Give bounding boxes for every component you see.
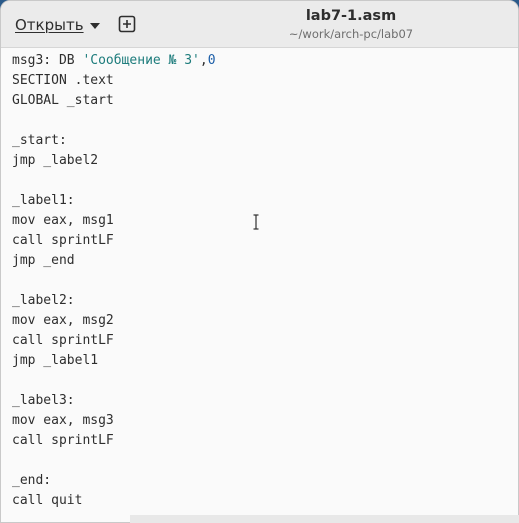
code-token: 0 xyxy=(207,53,216,68)
code-line[interactable]: _end: xyxy=(12,471,216,491)
code-line[interactable]: mov eax, msg1 xyxy=(12,211,216,231)
code-text[interactable]: msg3: DB 'Сообщение № 3',0 SECTION .text G… xyxy=(12,51,216,511)
code-token: call sprintLF xyxy=(12,333,114,348)
code-token: _label3: xyxy=(12,393,75,408)
code-token: jmp _label2 xyxy=(12,153,99,168)
code-line[interactable]: SECTION .text xyxy=(12,71,216,91)
code-line[interactable]: GLOBAL _start xyxy=(12,91,216,111)
code-line[interactable]: mov eax, msg3 xyxy=(12,411,216,431)
code-line[interactable]: msg3: DB 'Сообщение № 3',0 xyxy=(12,51,216,71)
text-cursor-icon xyxy=(253,214,259,230)
code-line[interactable]: ​ xyxy=(12,111,216,131)
code-line[interactable]: call sprintLF xyxy=(12,231,216,251)
new-tab-button[interactable] xyxy=(117,14,137,34)
code-token: _start: xyxy=(12,133,67,148)
code-line[interactable]: ​ xyxy=(12,451,216,471)
code-token: SECTION .text xyxy=(12,73,114,88)
code-line[interactable]: _label2: xyxy=(12,291,216,311)
editor-window: Открыть lab7-1.asm ~/work/arch-pc/lab07 … xyxy=(0,0,519,523)
code-token: mov eax, msg2 xyxy=(12,313,114,328)
window-title-block: lab7-1.asm ~/work/arch-pc/lab07 xyxy=(201,7,501,42)
code-token: call sprintLF xyxy=(12,233,114,248)
code-line[interactable]: ​ xyxy=(12,271,216,291)
code-line[interactable]: call sprintLF xyxy=(12,331,216,351)
code-token: mov eax, msg1 xyxy=(12,213,114,228)
code-line[interactable]: ​ xyxy=(12,171,216,191)
code-token: mov eax, msg3 xyxy=(12,413,114,428)
window-title: lab7-1.asm xyxy=(305,8,397,24)
code-line[interactable]: _label1: xyxy=(12,191,216,211)
background-window-edge xyxy=(130,515,519,523)
header-bar: Открыть lab7-1.asm ~/work/arch-pc/lab07 xyxy=(1,1,518,48)
chevron-down-icon xyxy=(89,22,100,29)
code-line[interactable]: _label3: xyxy=(12,391,216,411)
code-line[interactable]: call quit xyxy=(12,491,216,511)
code-line[interactable]: jmp _end xyxy=(12,251,216,271)
code-line[interactable]: mov eax, msg2 xyxy=(12,311,216,331)
new-tab-icon xyxy=(118,15,136,33)
file-path: ~/work/arch-pc/lab07 xyxy=(288,27,414,41)
open-button[interactable]: Открыть xyxy=(9,11,106,39)
text-editor-area[interactable]: msg3: DB 'Сообщение № 3',0 SECTION .text G… xyxy=(1,48,518,522)
code-token: _end: xyxy=(12,473,52,488)
code-line[interactable]: _start: xyxy=(12,131,216,151)
code-token: call sprintLF xyxy=(12,433,114,448)
code-line[interactable]: call sprintLF xyxy=(12,431,216,451)
code-token: call quit xyxy=(12,493,83,508)
code-token: msg3: DB xyxy=(12,53,83,68)
code-line[interactable]: ​ xyxy=(12,371,216,391)
code-token: jmp _label1 xyxy=(12,353,99,368)
code-token: , xyxy=(199,53,208,68)
open-button-label: Открыть xyxy=(15,16,84,34)
code-token: jmp _end xyxy=(12,253,75,268)
code-token: 'Сообщение № 3' xyxy=(82,53,200,68)
code-token: _label1: xyxy=(12,193,75,208)
code-token: _label2: xyxy=(12,293,75,308)
code-line[interactable]: jmp _label1 xyxy=(12,351,216,371)
code-token: GLOBAL _start xyxy=(12,93,114,108)
code-line[interactable]: jmp _label2 xyxy=(12,151,216,171)
